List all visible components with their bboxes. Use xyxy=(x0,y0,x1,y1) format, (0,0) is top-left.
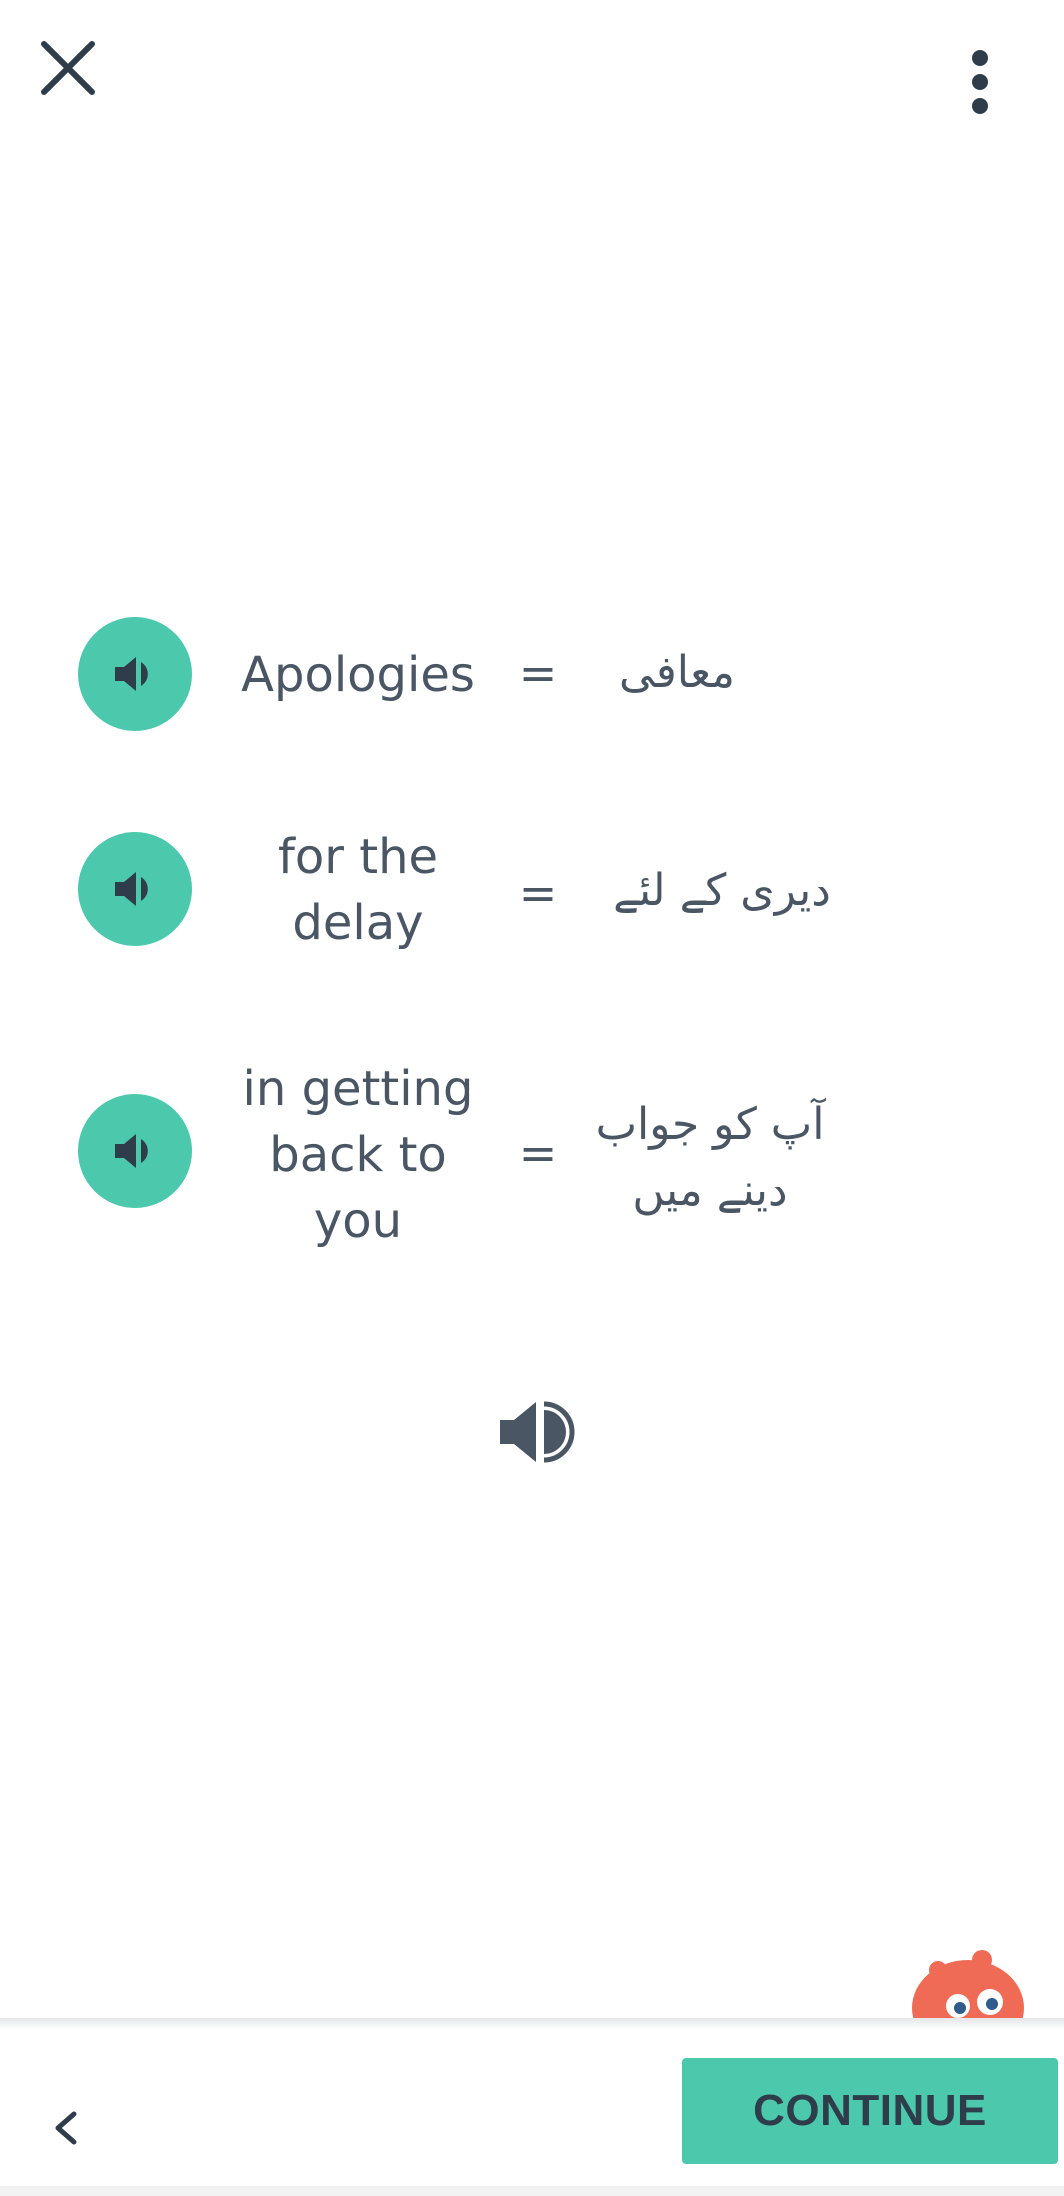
equals-sign: = xyxy=(518,866,558,920)
bottom-strip xyxy=(0,2186,1064,2196)
speaker-icon xyxy=(115,1134,148,1168)
close-icon xyxy=(41,41,95,95)
english-phrase: Apologies xyxy=(241,647,475,703)
more-options-button[interactable] xyxy=(950,40,1010,120)
play-audio-button[interactable] xyxy=(78,832,192,946)
speaker-icon xyxy=(115,657,148,691)
mascot-image xyxy=(908,1946,1032,2018)
english-phrase: for the delay xyxy=(277,829,439,951)
play-audio-button[interactable] xyxy=(78,1094,192,1208)
continue-button[interactable]: CONTINUE xyxy=(682,2058,1058,2164)
speaker-icon xyxy=(500,1401,575,1463)
english-phrase: in getting back to you xyxy=(242,1061,474,1249)
back-button[interactable] xyxy=(44,2100,88,2156)
equals-sign: = xyxy=(518,646,558,700)
equals-sign: = xyxy=(518,1126,558,1180)
phrase-row: for the delay = دیری کے لئے xyxy=(0,820,1064,980)
top-bar xyxy=(0,0,1064,140)
urdu-translation: آپ کو جواب دینے میں xyxy=(595,1099,825,1216)
play-sentence-button[interactable] xyxy=(496,1396,578,1468)
phrase-row: Apologies = معافی xyxy=(0,600,1064,760)
urdu-translation: معافی xyxy=(619,647,735,698)
phrase-row: in getting back to you = آپ کو جواب دینے… xyxy=(0,1050,1064,1270)
speaker-icon xyxy=(115,872,148,906)
footer-divider xyxy=(0,2018,1064,2030)
chevron-left-icon xyxy=(55,2111,77,2145)
close-button[interactable] xyxy=(36,36,100,100)
urdu-translation: دیری کے لئے xyxy=(613,865,831,916)
more-vertical-icon xyxy=(972,50,988,114)
play-audio-button[interactable] xyxy=(78,617,192,731)
